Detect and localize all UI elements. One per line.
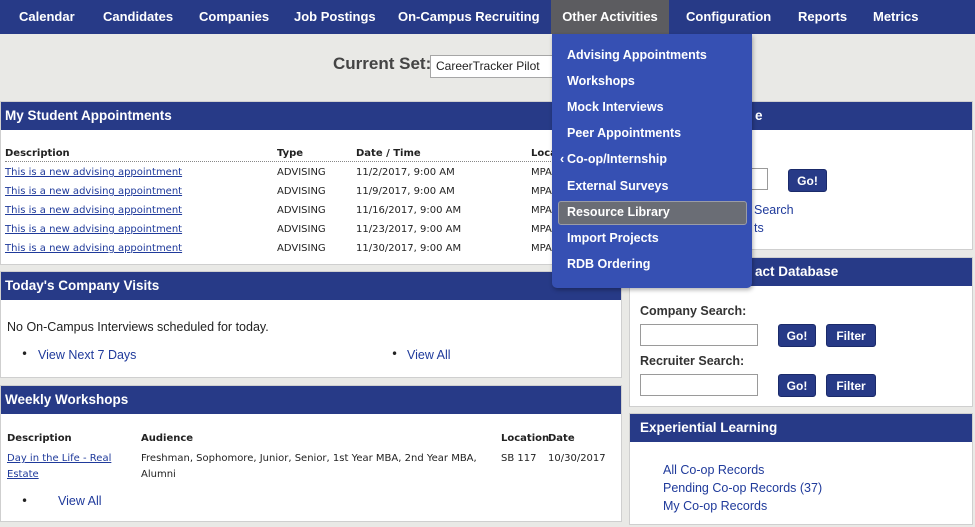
- appointment-location: MPA: [531, 243, 552, 254]
- workshop-date: 10/30/2017: [548, 453, 606, 464]
- header-divider: [5, 161, 553, 162]
- workshop-audience: Freshman, Sophomore, Junior, Senior, 1st…: [141, 453, 477, 464]
- appointment-type: ADVISING: [277, 167, 326, 178]
- appointment-link[interactable]: This is a new advising appointment: [5, 186, 182, 197]
- recruiter-search-input[interactable]: [640, 374, 758, 396]
- my-coop-records-link[interactable]: My Co-op Records: [663, 499, 767, 513]
- appointments-panel: My Student Appointments Description Type…: [0, 101, 622, 265]
- workshop-audience-continued: Alumni: [141, 469, 176, 480]
- col-description: Description: [5, 148, 70, 159]
- submenu-arrow-icon: ‹: [560, 152, 565, 166]
- recruiter-filter-button[interactable]: Filter: [826, 374, 876, 397]
- col-description: Description: [7, 433, 72, 444]
- appointment-link[interactable]: This is a new advising appointment: [5, 205, 182, 216]
- company-visits-title: Today's Company Visits: [1, 272, 621, 300]
- appointment-location: MPA: [531, 205, 552, 216]
- view-all-workshops-link[interactable]: View All: [58, 494, 102, 508]
- menu-item-advising-appointments[interactable]: Advising Appointments: [567, 48, 707, 62]
- view-all-visits-link[interactable]: View All: [407, 348, 451, 362]
- col-type: Type: [277, 148, 304, 159]
- no-interviews-message: No On-Campus Interviews scheduled for to…: [7, 320, 269, 334]
- top-nav: Calendar Candidates Companies Job Postin…: [0, 0, 975, 34]
- current-set-label: Current Set:: [333, 54, 432, 73]
- appointment-date: 11/30/2017, 9:00 AM: [356, 243, 462, 254]
- company-go-button[interactable]: Go!: [778, 324, 816, 347]
- col-date: Date: [548, 433, 575, 444]
- appointment-link[interactable]: This is a new advising appointment: [5, 167, 182, 178]
- menu-item-mock-interviews[interactable]: Mock Interviews: [567, 100, 664, 114]
- search-link[interactable]: Search: [754, 203, 794, 217]
- other-activities-dropdown: Advising Appointments Workshops Mock Int…: [552, 34, 752, 288]
- col-date-time: Date / Time: [356, 148, 421, 159]
- menu-item-workshops[interactable]: Workshops: [567, 74, 635, 88]
- appointment-date: 11/9/2017, 9:00 AM: [356, 186, 455, 197]
- appointment-type: ADVISING: [277, 205, 326, 216]
- nav-calendar[interactable]: Calendar: [19, 0, 75, 34]
- bullet-icon: •: [391, 347, 399, 361]
- experiential-learning-panel: Experiential Learning All Co-op Records …: [629, 413, 973, 525]
- col-audience: Audience: [141, 433, 194, 444]
- menu-item-peer-appointments[interactable]: Peer Appointments: [567, 126, 681, 140]
- company-search-label: Company Search:: [640, 304, 747, 318]
- nav-reports[interactable]: Reports: [798, 0, 847, 34]
- workshops-title: Weekly Workshops: [1, 386, 621, 414]
- appointments-title: My Student Appointments: [1, 102, 621, 130]
- workshop-link-continued[interactable]: Estate: [7, 469, 39, 480]
- workshop-location: SB 117: [501, 453, 537, 464]
- appointment-date: 11/23/2017, 9:00 AM: [356, 224, 462, 235]
- appointment-type: ADVISING: [277, 186, 326, 197]
- col-location: Location: [501, 433, 550, 444]
- view-next-7-days-link[interactable]: View Next 7 Days: [38, 348, 136, 362]
- current-set-select[interactable]: CareerTracker Pilot: [430, 55, 560, 78]
- go-button[interactable]: Go!: [788, 169, 827, 192]
- menu-item-import-projects[interactable]: Import Projects: [567, 231, 659, 245]
- all-coop-records-link[interactable]: All Co-op Records: [663, 463, 764, 477]
- experiential-learning-title: Experiential Learning: [630, 414, 972, 442]
- nav-configuration[interactable]: Configuration: [686, 0, 771, 34]
- recruiter-search-label: Recruiter Search:: [640, 354, 745, 368]
- workshops-panel: Weekly Workshops Description Audience Lo…: [0, 385, 622, 522]
- appointment-location: MPA: [531, 167, 552, 178]
- menu-item-external-surveys[interactable]: External Surveys: [567, 179, 668, 193]
- bullet-icon: •: [21, 494, 29, 508]
- appointment-date: 11/16/2017, 9:00 AM: [356, 205, 462, 216]
- company-filter-button[interactable]: Filter: [826, 324, 876, 347]
- nav-metrics[interactable]: Metrics: [873, 0, 919, 34]
- partial-link[interactable]: ts: [754, 221, 764, 235]
- menu-item-resource-library[interactable]: Resource Library: [567, 205, 670, 219]
- appointment-link[interactable]: This is a new advising appointment: [5, 224, 182, 235]
- appointment-type: ADVISING: [277, 243, 326, 254]
- nav-job-postings[interactable]: Job Postings: [294, 0, 376, 34]
- appointment-link[interactable]: This is a new advising appointment: [5, 243, 182, 254]
- pending-coop-records-link[interactable]: Pending Co-op Records (37): [663, 481, 822, 495]
- menu-item-coop-internship[interactable]: Co-op/Internship: [567, 152, 667, 166]
- company-search-input[interactable]: [640, 324, 758, 346]
- menu-item-rdb-ordering[interactable]: RDB Ordering: [567, 257, 650, 271]
- appointment-location: MPA: [531, 224, 552, 235]
- appointment-date: 11/2/2017, 9:00 AM: [356, 167, 455, 178]
- bullet-icon: •: [21, 347, 29, 361]
- recruiter-go-button[interactable]: Go!: [778, 374, 816, 397]
- workshop-link[interactable]: Day in the Life - Real: [7, 453, 111, 464]
- appointment-location: MPA: [531, 186, 552, 197]
- search-input[interactable]: [750, 168, 768, 190]
- appointment-type: ADVISING: [277, 224, 326, 235]
- nav-other-activities[interactable]: Other Activities: [551, 0, 669, 34]
- nav-candidates[interactable]: Candidates: [103, 0, 173, 34]
- nav-on-campus-recruiting[interactable]: On-Campus Recruiting: [398, 0, 540, 34]
- company-visits-panel: Today's Company Visits No On-Campus Inte…: [0, 271, 622, 378]
- nav-companies[interactable]: Companies: [199, 0, 269, 34]
